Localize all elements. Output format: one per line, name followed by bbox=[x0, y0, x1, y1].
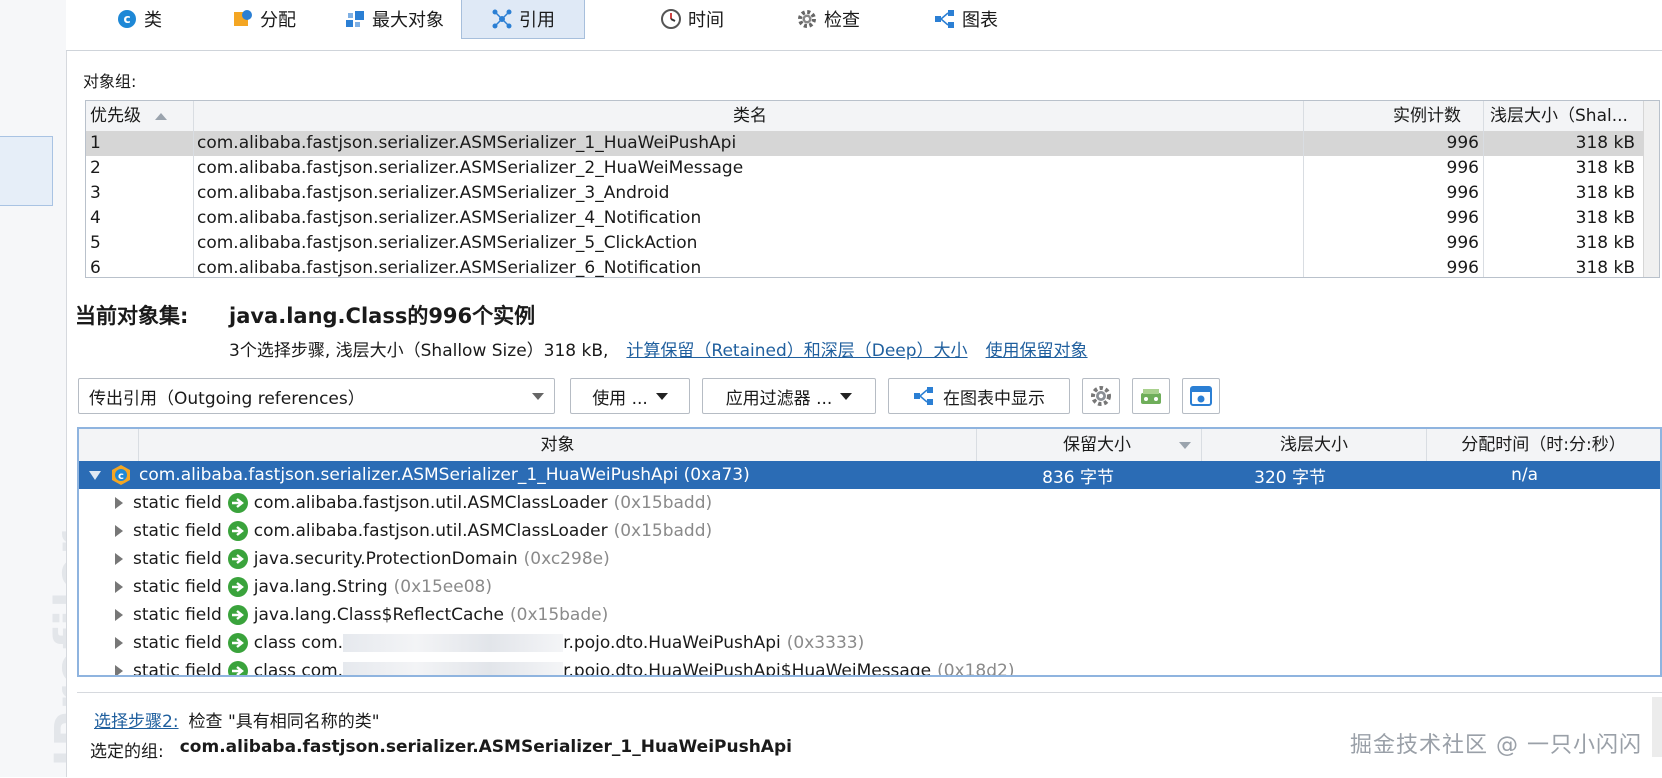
class-icon: c bbox=[111, 464, 131, 486]
show-in-graph-button[interactable]: 在图表中显示 bbox=[888, 378, 1070, 414]
selected-group: 选定的组: com.alibaba.fastjson.serializer.AS… bbox=[90, 737, 792, 762]
outgoing-arrow-icon bbox=[227, 661, 248, 675]
redacted-text bbox=[343, 662, 564, 675]
panel-scrollbar[interactable] bbox=[1652, 697, 1662, 757]
expand-icon[interactable] bbox=[115, 553, 123, 565]
settings-button[interactable] bbox=[1082, 378, 1120, 414]
graph-icon bbox=[913, 385, 935, 407]
table-row[interactable]: 5 com.alibaba.fastjson.serializer.ASMSer… bbox=[86, 231, 1659, 256]
gear-icon bbox=[1089, 384, 1113, 408]
outgoing-arrow-icon bbox=[227, 549, 248, 569]
watermark: 掘金技术社区 @ 一只小闪闪 bbox=[1350, 733, 1642, 758]
tab-time[interactable]: 时间 bbox=[660, 0, 724, 38]
expand-icon[interactable] bbox=[115, 609, 123, 621]
column-retained-size[interactable]: 保留大小 bbox=[977, 429, 1202, 461]
references-icon bbox=[491, 8, 513, 30]
column-allocation-time[interactable]: 分配时间（时:分:秒） bbox=[1427, 429, 1660, 461]
clock-icon bbox=[660, 8, 682, 30]
tree-row[interactable]: static field class com. r.pojo.dto.HuaWe… bbox=[79, 657, 1660, 675]
tab-biggest-objects[interactable]: 最大对象 bbox=[344, 0, 444, 38]
gear-icon bbox=[796, 8, 818, 30]
use-button[interactable]: 使用 ... bbox=[570, 378, 690, 414]
gc-icon bbox=[1138, 384, 1164, 408]
current-set-label: 当前对象集: bbox=[75, 304, 189, 328]
tree-row[interactable]: static field class com. r.pojo.dto.HuaWe… bbox=[79, 629, 1660, 657]
redacted-text bbox=[343, 634, 564, 652]
selection-steps-panel: 选择步骤2: 检查 "具有相同名称的类" 选定的组: com.alibaba.f… bbox=[77, 692, 1662, 778]
chevron-down-icon bbox=[655, 392, 668, 400]
column-shallow-size[interactable]: 浅层大小（Shal... bbox=[1484, 101, 1639, 131]
expand-icon[interactable] bbox=[115, 637, 123, 649]
tree-row[interactable]: static field java.security.ProtectionDom… bbox=[79, 545, 1660, 573]
sort-ascending-icon bbox=[155, 112, 167, 120]
expand-icon[interactable] bbox=[115, 581, 123, 593]
calculate-retained-link[interactable]: 计算保留（Retained）和深层（Deep）大小 bbox=[626, 336, 967, 361]
help-button[interactable] bbox=[1182, 378, 1220, 414]
tree-row[interactable]: static field java.lang.String (0x15ee08) bbox=[79, 573, 1660, 601]
svg-text:c: c bbox=[123, 12, 130, 26]
use-retained-objects-link[interactable]: 使用保留对象 bbox=[986, 336, 1088, 361]
current-set-value: java.lang.Class的996个实例 bbox=[229, 304, 536, 328]
tab-references[interactable]: 引用 bbox=[461, 0, 585, 39]
outgoing-arrow-icon bbox=[227, 577, 248, 597]
outgoing-arrow-icon bbox=[227, 633, 248, 653]
outgoing-arrow-icon bbox=[227, 521, 248, 541]
table-row[interactable]: 2 com.alibaba.fastjson.serializer.ASMSer… bbox=[86, 156, 1659, 181]
column-instance-count[interactable]: 实例计数 bbox=[1304, 101, 1484, 131]
graph-icon bbox=[934, 8, 956, 30]
current-set-summary: 3个选择步骤, 浅层大小（Shallow Size）318 kB, 计算保留（R… bbox=[229, 336, 1088, 361]
allocation-icon bbox=[232, 8, 254, 30]
tab-classes[interactable]: c 类 bbox=[116, 0, 162, 38]
tree-row[interactable]: static field java.lang.Class$ReflectCach… bbox=[79, 601, 1660, 629]
tree-header: 对象 保留大小 浅层大小 分配时间（时:分:秒） bbox=[79, 429, 1660, 462]
collapse-icon[interactable] bbox=[89, 470, 101, 480]
selection-step-link[interactable]: 选择步骤2: bbox=[94, 707, 179, 732]
table-row[interactable]: 6 com.alibaba.fastjson.serializer.ASMSer… bbox=[86, 256, 1659, 277]
sort-descending-icon bbox=[1179, 442, 1191, 449]
table-header: 优先级 类名 实例计数 浅层大小（Shal... bbox=[86, 101, 1659, 132]
chevron-down-icon bbox=[840, 392, 853, 400]
table-row[interactable]: 3 com.alibaba.fastjson.serializer.ASMSer… bbox=[86, 181, 1659, 206]
tree-row[interactable]: static field com.alibaba.fastjson.util.A… bbox=[79, 517, 1660, 545]
tab-inspections[interactable]: 检查 bbox=[796, 0, 860, 38]
object-groups-label: 对象组: bbox=[83, 72, 137, 91]
tree-row[interactable]: static field com.alibaba.fastjson.util.A… bbox=[79, 489, 1660, 517]
garbage-collect-button[interactable] bbox=[1132, 378, 1170, 414]
table-row[interactable]: 4 com.alibaba.fastjson.serializer.ASMSer… bbox=[86, 206, 1659, 231]
left-sidebar: JProfiler bbox=[0, 0, 67, 777]
column-priority[interactable]: 优先级 bbox=[86, 101, 194, 131]
selection-step-text: 检查 "具有相同名称的类" bbox=[188, 712, 380, 732]
selected-group-value: com.alibaba.fastjson.serializer.ASMSeria… bbox=[179, 737, 792, 757]
outgoing-arrow-icon bbox=[227, 493, 248, 513]
outgoing-arrow-icon bbox=[227, 605, 248, 625]
table-scrollbar[interactable] bbox=[1643, 101, 1659, 277]
reference-tree: 对象 保留大小 浅层大小 分配时间（时:分:秒） c com.alibaba.f… bbox=[77, 427, 1662, 677]
reference-type-dropdown[interactable]: 传出引用（Outgoing references） bbox=[78, 378, 555, 414]
info-icon bbox=[1189, 384, 1213, 408]
tab-graph[interactable]: 图表 bbox=[934, 0, 998, 38]
apply-filter-button[interactable]: 应用过滤器 ... bbox=[702, 378, 876, 414]
column-shallow-size[interactable]: 浅层大小 bbox=[1202, 429, 1427, 461]
column-object[interactable]: 对象 bbox=[139, 429, 977, 461]
sidebar-selected-item[interactable] bbox=[0, 136, 53, 206]
class-icon: c bbox=[116, 8, 138, 30]
biggest-objects-icon bbox=[344, 8, 366, 30]
selection-step: 选择步骤2: 检查 "具有相同名称的类" bbox=[94, 707, 380, 732]
object-groups-table: 优先级 类名 实例计数 浅层大小（Shal... 1 com.alibaba.f… bbox=[85, 100, 1660, 278]
column-class-name[interactable]: 类名 bbox=[194, 101, 1304, 131]
selected-group-label: 选定的组: bbox=[90, 742, 164, 762]
tree-root-row[interactable]: c com.alibaba.fastjson.serializer.ASMSer… bbox=[79, 461, 1660, 489]
svg-text:c: c bbox=[118, 471, 124, 482]
jprofiler-brand: JProfiler bbox=[44, 529, 67, 767]
chevron-down-icon bbox=[532, 392, 544, 400]
summary-text: 3个选择步骤, 浅层大小（Shallow Size）318 kB, bbox=[229, 341, 609, 361]
expand-icon[interactable] bbox=[115, 665, 123, 675]
table-row[interactable]: 1 com.alibaba.fastjson.serializer.ASMSer… bbox=[86, 131, 1659, 156]
expand-icon[interactable] bbox=[115, 525, 123, 537]
expand-icon[interactable] bbox=[115, 497, 123, 509]
view-tabs: c 类 分配 最大对象 引用 时间 检查 图表 bbox=[66, 0, 1662, 51]
tab-allocations[interactable]: 分配 bbox=[232, 0, 296, 38]
